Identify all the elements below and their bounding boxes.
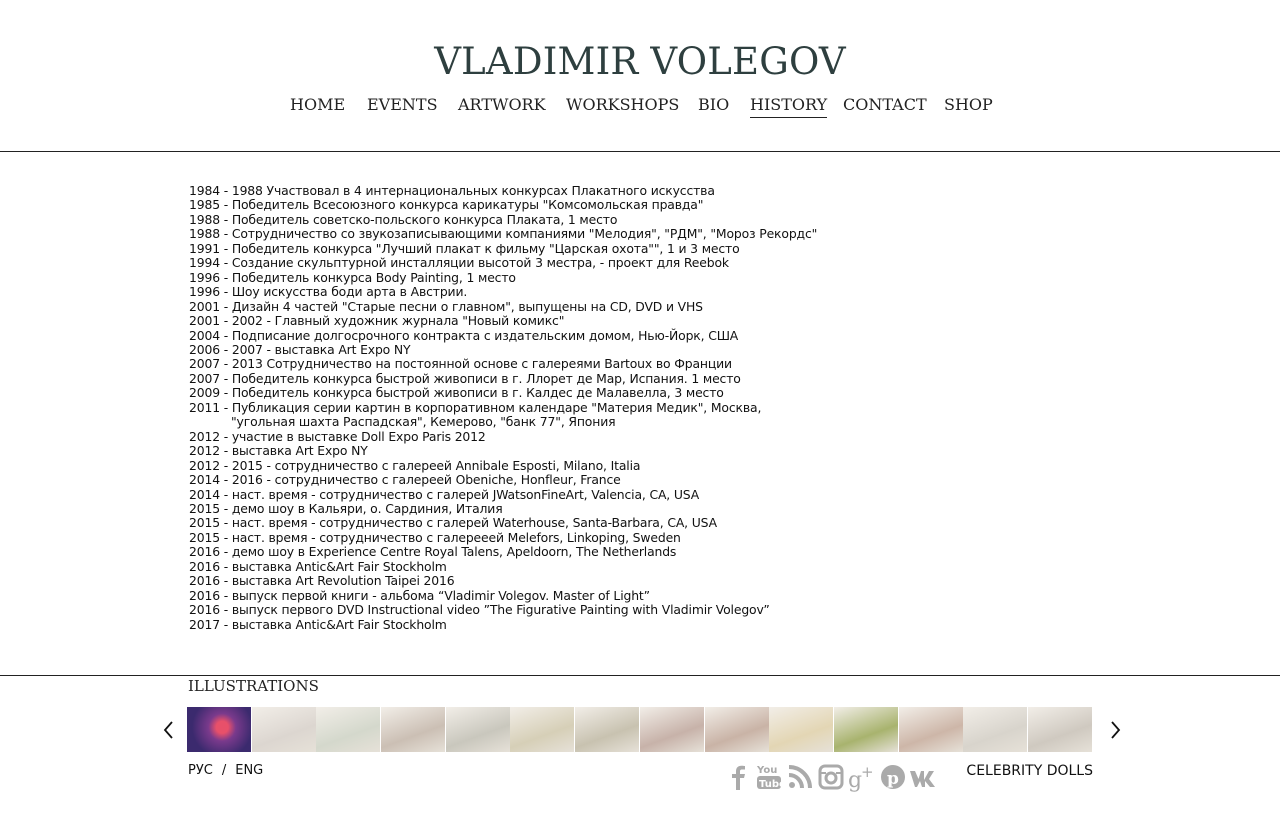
svg-text:+: +: [861, 763, 874, 781]
history-item: 2001 - 2002 - Главный художник журнала "…: [189, 313, 565, 329]
history-item: 2012 - выставка Art Expo NY: [189, 443, 368, 459]
history-item: 2014 - наст. время - сотрудничество с га…: [189, 486, 700, 502]
history-item: 2014 - 2016 - сотрудничество с галереей …: [189, 472, 621, 488]
history-item: 2004 - Подписание долгосрочного контракт…: [189, 327, 739, 343]
language-switcher: РУС / ENG: [188, 763, 272, 779]
nav-workshops[interactable]: WORKSHOPS: [566, 95, 679, 117]
history-item: 2015 - наст. время - сотрудничество с га…: [189, 529, 681, 545]
history-item: 2016 - демо шоу в Experience Centre Roya…: [189, 544, 677, 560]
illustration-thumbnail[interactable]: [704, 707, 769, 752]
google-plus-icon[interactable]: g +: [846, 760, 877, 794]
illustrations-title[interactable]: ILLUSTRATIONS: [188, 677, 319, 695]
chevron-right-icon: [1111, 721, 1121, 739]
nav-contact[interactable]: CONTACT: [843, 95, 927, 117]
illustration-thumbnail[interactable]: [381, 707, 446, 752]
history-item: 1988 - Победитель советско-польского кон…: [189, 211, 618, 227]
history-item: 2011 - Публикация серии картин в корпора…: [189, 399, 762, 415]
illustration-thumbnail[interactable]: [575, 707, 640, 752]
history-item: 2017 - выставка Antic&Art Fair Stockholm: [189, 616, 447, 632]
social-links: You Tube g+ p: [722, 760, 939, 794]
chevron-left-icon: [163, 721, 173, 739]
history-item: 1994 - Создание скульптурной инсталляции…: [189, 255, 729, 271]
pinterest-icon[interactable]: p: [877, 760, 908, 794]
site-title[interactable]: VLADIMIR VOLEGOV: [0, 42, 1280, 82]
lang-ru-link[interactable]: РУС: [188, 763, 213, 778]
illustration-thumbnail[interactable]: [833, 707, 898, 752]
history-item: 2015 - демо шоу в Кальяри, о. Сардиния, …: [189, 500, 503, 516]
history-item: 2016 - выпуск первого DVD Instructional …: [189, 602, 770, 618]
history-item: 2007 - 2013 Сотрудничество на постоянной…: [189, 356, 732, 372]
illustration-thumbnail[interactable]: [445, 707, 510, 752]
lang-separator: /: [221, 763, 227, 778]
illustration-thumbnail[interactable]: [963, 707, 1028, 752]
nav-artwork[interactable]: ARTWORK: [458, 95, 546, 117]
history-item-continuation: "угольная шахта Распадская", Кемерово, "…: [231, 414, 616, 430]
history-item: 1996 - Шоу искусства боди арта в Австрии…: [189, 284, 468, 300]
illustration-thumbnail[interactable]: [187, 707, 251, 752]
nav-home[interactable]: HOME: [290, 95, 345, 117]
illustrations-carousel: [187, 707, 1093, 752]
history-item: 1984 - 1988 Участвовал в 4 интернационал…: [189, 183, 715, 198]
history-list: 1984 - 1988 Участвовал в 4 интернационал…: [189, 183, 909, 632]
vk-icon[interactable]: [908, 760, 939, 794]
youtube-icon[interactable]: You Tube: [753, 760, 784, 794]
nav-bio[interactable]: BIO: [698, 95, 729, 117]
rss-icon[interactable]: [784, 760, 815, 794]
illustration-thumbnail[interactable]: [510, 707, 575, 752]
lang-en-link[interactable]: ENG: [235, 763, 263, 778]
history-item: 2006 - 2007 - выставка Art Expo NY: [189, 341, 411, 357]
history-item: 2016 - выставка Art Revolution Taipei 20…: [189, 573, 455, 589]
history-item: 1991 - Победитель конкурса "Лучший плака…: [189, 240, 740, 256]
history-item: 1996 - Победитель конкурса Body Painting…: [189, 269, 516, 285]
carousel-prev-button[interactable]: [162, 720, 176, 740]
nav-events[interactable]: EVENTS: [367, 95, 438, 117]
celebrity-dolls-link[interactable]: CELEBRITY DOLLS: [966, 762, 1093, 780]
illustration-thumbnail[interactable]: [1027, 707, 1092, 752]
history-item: 2016 - выпуск первой книги - альбома “Vl…: [189, 587, 650, 603]
illustration-thumbnail[interactable]: [316, 707, 381, 752]
instagram-icon[interactable]: [815, 760, 846, 794]
footer-divider: [0, 675, 1280, 676]
history-item: 2016 - выставка Antic&Art Fair Stockholm: [189, 558, 447, 574]
history-item: 2012 - участие в выставке Doll Expo Pari…: [189, 428, 486, 444]
header-divider: [0, 151, 1280, 152]
history-item: 2001 - Дизайн 4 частей "Старые песни о г…: [189, 298, 703, 314]
illustration-thumbnail[interactable]: [769, 707, 834, 752]
history-item: 2009 - Победитель конкурса быстрой живоп…: [189, 385, 724, 401]
history-item: 2015 - наст. время - сотрудничество с га…: [189, 515, 717, 531]
facebook-icon[interactable]: [722, 760, 753, 794]
nav-shop[interactable]: SHOP: [944, 95, 993, 117]
illustration-thumbnail[interactable]: [898, 707, 963, 752]
illustration-thumbnail[interactable]: [251, 707, 316, 752]
history-item: 2007 - Победитель конкурса быстрой живоп…: [189, 370, 741, 386]
svg-text:You: You: [756, 765, 777, 776]
nav-history[interactable]: HISTORY: [750, 95, 828, 118]
svg-text:g: g: [848, 768, 862, 792]
carousel-next-button[interactable]: [1108, 720, 1122, 740]
history-item: 1985 - Победитель Всесоюзного конкурса к…: [189, 197, 704, 213]
history-item: 1988 - Сотрудничество со звукозаписывающ…: [189, 226, 818, 242]
main-nav: HOME EVENTS ARTWORK WORKSHOPS BIO HISTOR…: [0, 95, 1280, 119]
svg-text:p: p: [887, 769, 899, 789]
history-item: 2012 - 2015 - сотрудничество с галереей …: [189, 457, 641, 473]
illustration-thumbnail[interactable]: [639, 707, 704, 752]
svg-text:Tube: Tube: [759, 779, 782, 790]
